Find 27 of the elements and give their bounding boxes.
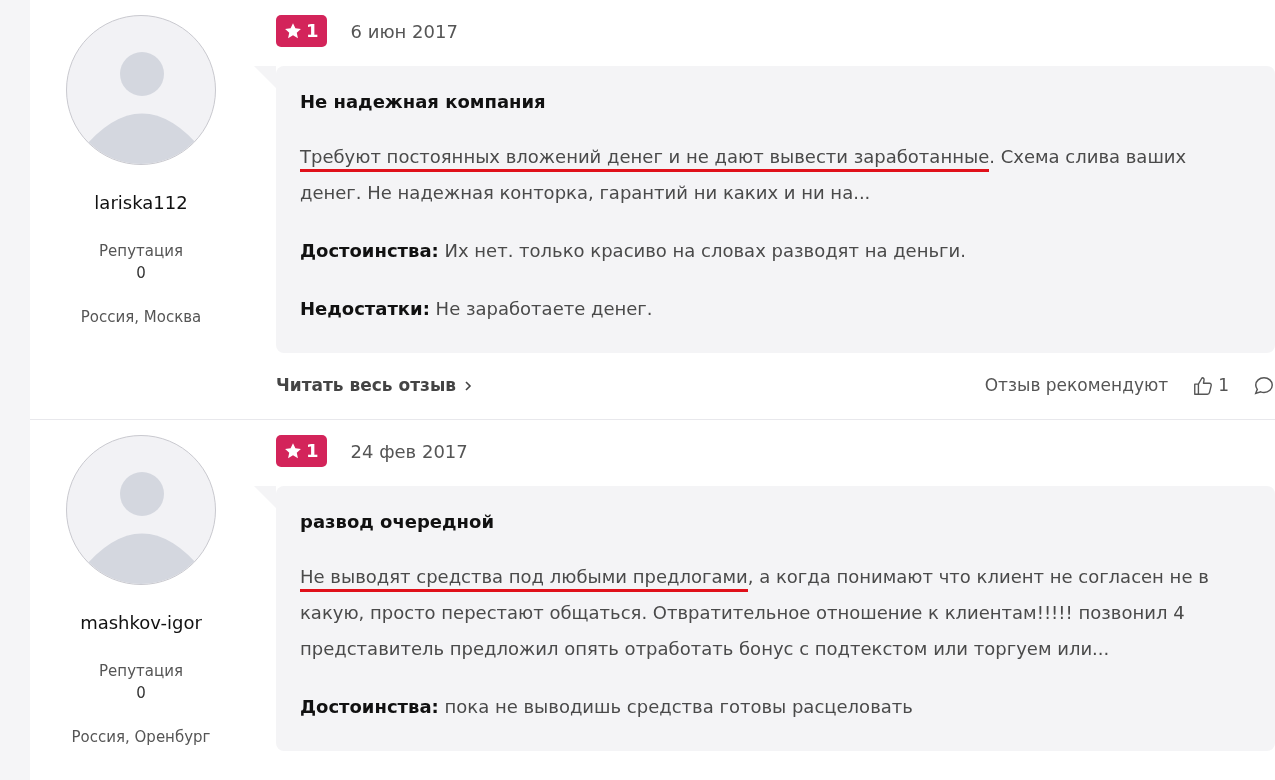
cons-text: Недостатки: Не заработаете денег.	[300, 297, 654, 321]
review-text: Требуют постоянных вложений денег и не дают вывести заработанные. Схема слива ваших денег. Не надежная конторка, гарантий ни каких и ни на...	[300, 145, 1188, 205]
star-icon	[284, 22, 302, 40]
review-date: 24 фев 2017	[350, 439, 468, 464]
review-text: Не выводят средства под любыми предлогами, а когда понимают что клиент не согласен не в какую, просто перестают общаться. Отвратительное отношение к клиентам!!!!! позвонил 4 представитель предложил опять отработать бонус с подтекстом или торгуем или...	[300, 565, 1210, 661]
username[interactable]: mashkov-igor	[80, 609, 202, 636]
user-location: Россия, Оренбург	[71, 727, 211, 748]
reputation-value: 0	[136, 263, 146, 284]
recommend-label: Отзыв рекомендуют	[984, 374, 1169, 398]
reputation-label: Репутация	[99, 661, 183, 682]
user-location: Россия, Москва	[80, 307, 202, 328]
pros-text: Достоинства: пока не выводишь средства готовы расцеловать	[300, 695, 914, 719]
thumbs-up-icon	[1192, 375, 1215, 397]
rating-badge: 1	[276, 435, 327, 467]
read-more-link[interactable]: Читать весь отзыв	[276, 373, 473, 399]
review-title: развод очередной	[300, 510, 496, 534]
username[interactable]: lariska112	[94, 189, 188, 216]
comment-icon[interactable]	[1253, 375, 1275, 397]
review-title: Не надежная компания	[300, 90, 547, 114]
pros-text: Достоинства: Их нет. только красиво на словах разводят на деньги.	[300, 239, 967, 263]
chevron-right-icon	[464, 380, 473, 392]
review-date: 6 июн 2017	[350, 19, 458, 44]
reputation-value: 0	[136, 683, 146, 704]
like-button[interactable]: 1	[1192, 373, 1229, 399]
rating-badge: 1	[276, 15, 327, 47]
star-icon	[284, 442, 302, 460]
reputation-label: Репутация	[99, 241, 183, 262]
